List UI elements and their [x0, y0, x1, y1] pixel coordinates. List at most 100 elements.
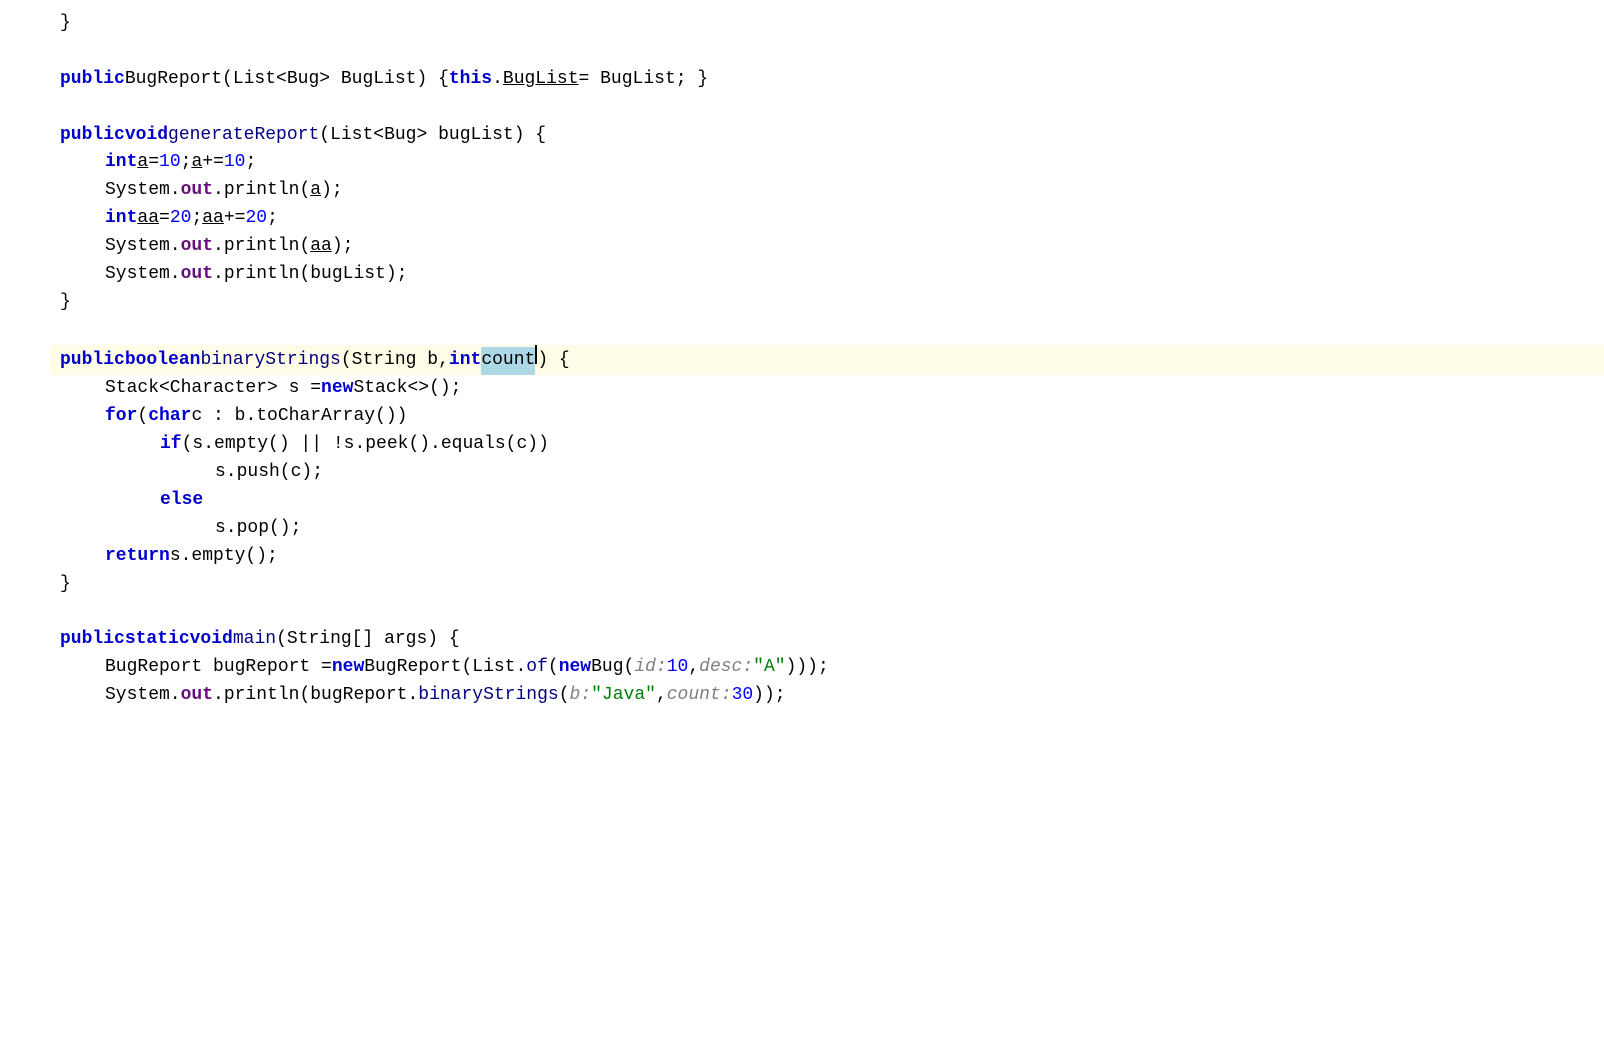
- code-text: +=: [224, 205, 246, 233]
- code-line: System. out .println(bugList);: [50, 261, 1604, 289]
- highlighted-word: count: [481, 347, 535, 375]
- code-text: c : b.toCharArray()): [191, 403, 407, 431]
- code-text: (String b,: [341, 347, 449, 375]
- keyword: int: [105, 205, 137, 233]
- field-ref: out: [181, 682, 213, 710]
- code-line: else: [50, 487, 1604, 515]
- code-text: ,: [656, 682, 667, 710]
- keyword: return: [105, 543, 170, 571]
- code-text: BugReport(List<Bug> BugList) {: [125, 66, 449, 94]
- code-text: Bug(: [591, 654, 634, 682]
- keyword: void: [125, 122, 168, 150]
- code-text: .: [492, 66, 503, 94]
- code-line: [50, 317, 1604, 345]
- code-content: } public BugReport(List<Bug> BugList) { …: [0, 0, 1604, 720]
- code-text: s.empty();: [170, 543, 278, 571]
- code-line: [50, 599, 1604, 627]
- number: 10: [159, 149, 181, 177]
- keyword: public: [60, 66, 125, 94]
- keyword: int: [449, 347, 481, 375]
- field-ref: out: [181, 261, 213, 289]
- code-text: s.push(c);: [215, 459, 323, 487]
- code-text: System.: [105, 682, 181, 710]
- method-name: of: [526, 654, 548, 682]
- code-text: ;: [267, 205, 278, 233]
- code-text: }: [60, 10, 71, 38]
- field-ref: BugList: [503, 66, 579, 94]
- code-editor: } public BugReport(List<Bug> BugList) { …: [0, 0, 1604, 1050]
- code-line: for ( char c : b.toCharArray()): [50, 403, 1604, 431]
- keyword: static: [125, 626, 190, 654]
- code-text: }: [60, 571, 71, 599]
- keyword: for: [105, 403, 137, 431]
- code-line: Stack<Character> s = new Stack<>();: [50, 375, 1604, 403]
- code-text: Stack<Character> s =: [105, 375, 321, 403]
- keyword: char: [148, 403, 191, 431]
- code-text: +=: [202, 149, 224, 177]
- code-line: System. out .println(bugReport. binarySt…: [50, 682, 1604, 710]
- code-line: s.push(c);: [50, 459, 1604, 487]
- method-name: binaryStrings: [200, 347, 340, 375]
- code-text: (s.empty() || !s.peek().equals(c)): [182, 431, 549, 459]
- keyword: new: [321, 375, 353, 403]
- keyword: new: [332, 654, 364, 682]
- code-line: }: [50, 10, 1604, 38]
- code-line: System. out .println( aa );: [50, 233, 1604, 261]
- code-text: =: [159, 205, 170, 233]
- code-text: s.pop();: [215, 515, 301, 543]
- code-line: s.pop();: [50, 515, 1604, 543]
- code-line: [50, 94, 1604, 122]
- string: "Java": [591, 682, 656, 710]
- method-name: binaryStrings: [418, 682, 558, 710]
- code-line: int aa = 20 ; aa += 20 ;: [50, 205, 1604, 233]
- keyword: else: [160, 487, 203, 515]
- code-line: if (s.empty() || !s.peek().equals(c)): [50, 431, 1604, 459]
- keyword: boolean: [125, 347, 201, 375]
- var-ref: aa: [310, 233, 332, 261]
- code-text: (: [548, 654, 559, 682]
- keyword: if: [160, 431, 182, 459]
- code-line: [50, 38, 1604, 66]
- code-text: Stack<>();: [353, 375, 461, 403]
- code-text: ,: [688, 654, 699, 682]
- code-text: .println(: [213, 233, 310, 261]
- code-text: = BugList; }: [579, 66, 709, 94]
- code-text: (: [559, 682, 570, 710]
- code-text: ) {: [537, 347, 569, 375]
- code-text: (List<Bug> bugList) {: [319, 122, 546, 150]
- number: 30: [732, 682, 754, 710]
- code-text: =: [148, 149, 159, 177]
- var-ref: a: [137, 149, 148, 177]
- code-text: ;: [181, 149, 192, 177]
- number: 10: [224, 149, 246, 177]
- code-text: .println(bugList);: [213, 261, 407, 289]
- code-line: int a = 10 ; a += 10 ;: [50, 149, 1604, 177]
- keyword: new: [559, 654, 591, 682]
- code-text: ;: [191, 205, 202, 233]
- code-text: .println(: [213, 177, 310, 205]
- number: 20: [245, 205, 267, 233]
- var-ref: a: [191, 149, 202, 177]
- code-text: ;: [245, 149, 256, 177]
- code-line: System. out .println( a );: [50, 177, 1604, 205]
- keyword: void: [190, 626, 233, 654]
- number: 10: [667, 654, 689, 682]
- code-text: .println(bugReport.: [213, 682, 418, 710]
- number: 20: [170, 205, 192, 233]
- code-text: System.: [105, 177, 181, 205]
- keyword: this: [449, 66, 492, 94]
- field-ref: out: [181, 177, 213, 205]
- code-line: public BugReport(List<Bug> BugList) { th…: [50, 66, 1604, 94]
- code-text: BugReport bugReport =: [105, 654, 332, 682]
- keyword: public: [60, 626, 125, 654]
- code-line-highlighted: public boolean binaryStrings (String b, …: [50, 345, 1604, 376]
- code-text: BugReport(List.: [364, 654, 526, 682]
- var-ref: a: [310, 177, 321, 205]
- var-ref: aa: [202, 205, 224, 233]
- code-line: return s.empty();: [50, 543, 1604, 571]
- code-text: (: [137, 403, 148, 431]
- code-text: ));: [753, 682, 785, 710]
- field-ref: out: [181, 233, 213, 261]
- code-text: System.: [105, 261, 181, 289]
- code-line: }: [50, 289, 1604, 317]
